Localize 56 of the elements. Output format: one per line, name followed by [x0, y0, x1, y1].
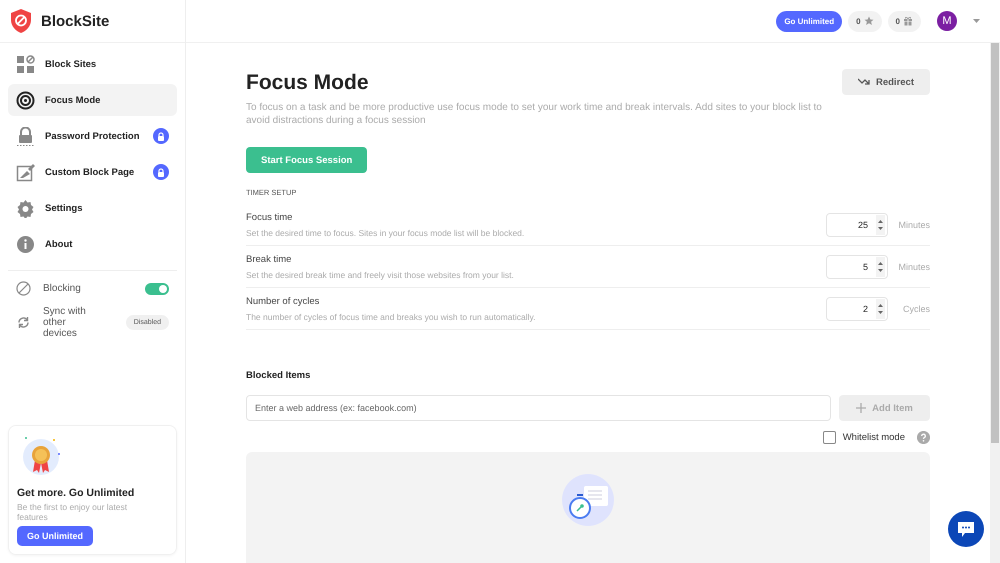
scrollbar-thumb[interactable]	[991, 43, 999, 443]
number-field[interactable]: 5	[826, 255, 888, 279]
page-description: To focus on a task and be more productive use focus mode to set your work time and break intervals. Add sites to your block list to avoid distractions during a focus session	[246, 101, 823, 127]
nav-icon	[16, 90, 35, 110]
blocking-label: Blocking	[43, 283, 81, 294]
sidebar-item[interactable]: Custom Block Page	[8, 156, 177, 188]
whitelist-label: Whitelist mode	[842, 432, 905, 443]
unit-label: Minutes	[897, 220, 930, 230]
nav-icon	[16, 198, 35, 218]
chat-bubble-icon	[957, 520, 975, 538]
promo-title: Get more. Go Unlimited	[17, 486, 136, 499]
redirect-arrow-icon	[858, 78, 870, 86]
nav-icon	[16, 54, 35, 74]
sync-label: Sync with other devices	[43, 306, 87, 339]
shield-logo-icon	[9, 8, 33, 34]
setting-description: Set the desired time to focus. Sites in your focus mode list will be blocked.	[246, 228, 526, 238]
setting-label: Focus time	[246, 212, 294, 223]
redirect-button[interactable]: Redirect	[842, 69, 930, 95]
app-name: BlockSite	[41, 12, 110, 30]
gifts-count[interactable]: 0	[888, 10, 921, 32]
whitelist-checkbox[interactable]	[822, 431, 836, 444]
blocked-sign-icon	[16, 281, 31, 296]
sidebar-item[interactable]: Focus Mode	[8, 84, 177, 116]
sidebar-item[interactable]: Block Sites	[8, 48, 177, 80]
setting-label: Number of cycles	[246, 296, 320, 307]
plus-icon	[856, 403, 866, 413]
unit-label: Minutes	[897, 262, 930, 272]
sidebar-item[interactable]: Password Protection	[8, 120, 177, 152]
stars-count[interactable]: 0	[848, 10, 882, 32]
sidebar-item[interactable]: About	[8, 228, 177, 260]
stopwatch-drawing	[562, 474, 614, 526]
go-unlimited-button[interactable]: Go Unlimited	[776, 10, 842, 32]
nav-icon	[16, 234, 35, 254]
page-title: Focus Mode	[246, 71, 370, 95]
number-field[interactable]: 2	[826, 297, 888, 321]
promo-text: Be the first to enjoy our latest features	[17, 502, 128, 522]
nav-icon	[16, 126, 35, 146]
setting-description: Set the desired break time and freely visit those websites from your list.	[246, 270, 515, 280]
go-unlimited-button[interactable]: Go Unlimited	[17, 526, 93, 546]
number-field[interactable]: 25	[826, 213, 888, 237]
gift-icon	[903, 16, 913, 26]
help-icon[interactable]	[917, 431, 930, 444]
blocking-toggle[interactable]	[145, 282, 169, 294]
web-address-field[interactable]: Enter a web address (ex: facebook.com)	[246, 395, 831, 421]
star-icon	[864, 16, 874, 26]
nav-icon	[16, 162, 35, 182]
user-avatar[interactable]: M	[937, 11, 957, 31]
scrollbar[interactable]	[990, 43, 1000, 563]
sidebar-item[interactable]: Settings	[8, 192, 177, 224]
sync-icon	[16, 315, 31, 330]
chat-button[interactable]	[948, 511, 984, 547]
unit-label: Cycles	[902, 304, 930, 314]
setting-description: The number of cycles of focus time and breaks you wish to run automatically.	[246, 312, 536, 322]
section-heading: Blocked Items	[246, 370, 312, 381]
setting-label: Break time	[246, 254, 292, 265]
dropdown-caret-icon[interactable]	[973, 19, 980, 23]
